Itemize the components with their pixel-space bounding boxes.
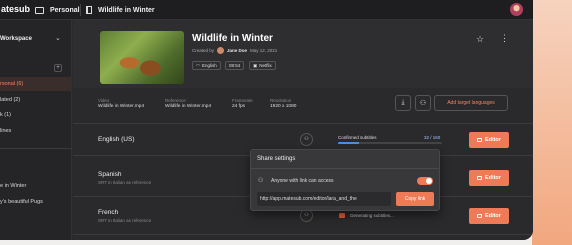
copy-link-button[interactable]: Copy link — [396, 192, 434, 206]
star-icon[interactable]: ☆ — [476, 34, 484, 45]
tag-language: ◠ English — [192, 61, 221, 70]
row-divider — [73, 234, 533, 235]
user-avatar[interactable] — [510, 3, 523, 16]
video-title: Wildlife in Winter — [192, 33, 273, 44]
language-name: Spanish — [98, 171, 122, 178]
breadcrumb-video-label: Wildlife in Winter — [98, 6, 155, 14]
meta-reference-label: Reference — [165, 98, 186, 103]
share-settings-title: Share settings — [257, 156, 296, 162]
row-divider — [73, 123, 533, 124]
generating-icon — [339, 213, 345, 218]
meta-video-label: Video — [98, 98, 110, 103]
download-button[interactable]: ⤓ — [395, 95, 411, 111]
meta-framerate-label: Framerate — [232, 98, 253, 103]
headphones-icon: ◠ — [196, 63, 200, 68]
editor-button-spanish[interactable]: Editor — [469, 170, 509, 186]
editor-button-english[interactable]: Editor — [469, 132, 509, 148]
share-language-icon[interactable]: ⚇ — [300, 133, 313, 146]
popup-divider — [251, 168, 439, 169]
confirmed-subtitles-label: Confirmed subtitles — [338, 135, 377, 140]
sidebar-item-lines[interactable]: lines — [0, 128, 11, 134]
language-name: English (US) — [98, 136, 135, 143]
app-logo: atesub — [1, 4, 31, 14]
share-link-field[interactable]: http://app.matesub.com/editor/lara_and_t… — [257, 192, 391, 206]
sidebar-item-k[interactable]: k (1) — [0, 112, 11, 118]
tag-duration-label: 08:54 — [229, 63, 241, 68]
add-target-languages-button[interactable]: Add target languages — [434, 95, 508, 111]
video-file-icon — [86, 6, 92, 14]
top-bar: atesub Personal Wildlife in Winter — [0, 0, 533, 20]
breadcrumb-video[interactable]: Wildlife in Winter — [86, 0, 155, 20]
editor-button-label: Editor — [485, 137, 501, 143]
folder-icon — [35, 6, 44, 14]
created-prefix: Created by — [192, 48, 215, 53]
people-icon: ⚇ — [258, 178, 264, 184]
chevron-down-icon[interactable]: ⌄ — [55, 34, 61, 42]
author-avatar — [217, 47, 225, 54]
editor-icon — [477, 176, 483, 180]
subtitle-progress-bar — [338, 142, 442, 144]
author-name: Jane Doe — [227, 48, 248, 53]
meta-resolution-label: Resolution — [270, 98, 292, 103]
link-access-toggle[interactable] — [417, 177, 433, 185]
sidebar-item-related[interactable]: lated (2) — [0, 97, 20, 103]
topbar-divider — [80, 4, 81, 16]
tag-platform: ▣ Netflix — [249, 61, 276, 70]
confirmed-subtitles-count: 32 / 160 — [424, 135, 441, 140]
checkbox-icon: ▣ — [253, 63, 258, 68]
editor-icon — [477, 138, 483, 142]
generating-status: Generating subtitles... — [350, 213, 394, 218]
created-by: Created by Jane Doe May 12, 2021 — [192, 47, 277, 54]
sidebar-item-wildlife[interactable]: e in Winter — [0, 183, 26, 189]
language-reference: SRT in Italian as reference — [98, 180, 152, 185]
meta-video-value: Wildlife in Winter.mp4 — [98, 104, 145, 109]
meta-reference-value: Wildlife in Winter.mp4 — [165, 104, 212, 109]
language-name: French — [98, 209, 119, 216]
editor-button-label: Editor — [485, 175, 501, 181]
video-thumbnail[interactable] — [100, 31, 184, 84]
share-button[interactable]: ⚇ — [415, 95, 431, 111]
sidebar: Workspace ⌄ + rsonal (6) lated (2) k (1)… — [0, 20, 72, 240]
editor-button-label: Editor — [485, 213, 501, 219]
download-icon: ⤓ — [401, 99, 405, 106]
tag-language-label: English — [201, 63, 217, 68]
language-reference: SRT in Italian as reference — [98, 218, 152, 223]
share-settings-popup: Share settings ⚇ Anyone with link can ac… — [250, 149, 440, 211]
breadcrumb-folder-label: Personal — [50, 6, 80, 14]
editor-button-french[interactable]: Editor — [469, 208, 509, 224]
editor-icon — [477, 214, 483, 218]
sidebar-item-personal[interactable]: rsonal (6) — [0, 77, 72, 91]
tag-platform-label: Netflix — [259, 63, 272, 68]
subtitle-progress-fill — [338, 142, 359, 144]
add-folder-button[interactable]: + — [54, 64, 62, 72]
app-window: atesub Personal Wildlife in Winter Works… — [0, 0, 533, 240]
more-options-icon[interactable]: ⋮ — [500, 33, 509, 44]
created-date: May 12, 2021 — [250, 48, 278, 53]
sidebar-divider — [0, 148, 72, 149]
page-background-gradient — [532, 0, 572, 245]
breadcrumb-folder[interactable]: Personal — [35, 0, 80, 20]
toggle-knob — [426, 178, 432, 184]
sidebar-item-pugs[interactable]: y's beautiful Pugs — [0, 199, 43, 205]
meta-framerate-value: 24 fps — [232, 104, 246, 109]
people-icon: ⚇ — [419, 100, 427, 107]
link-access-label: Anyone with link can access — [271, 178, 334, 184]
tag-duration: 08:54 — [225, 61, 245, 70]
workspace-title: Workspace — [0, 36, 32, 42]
meta-resolution-value: 1920 x 1080 — [270, 104, 297, 109]
